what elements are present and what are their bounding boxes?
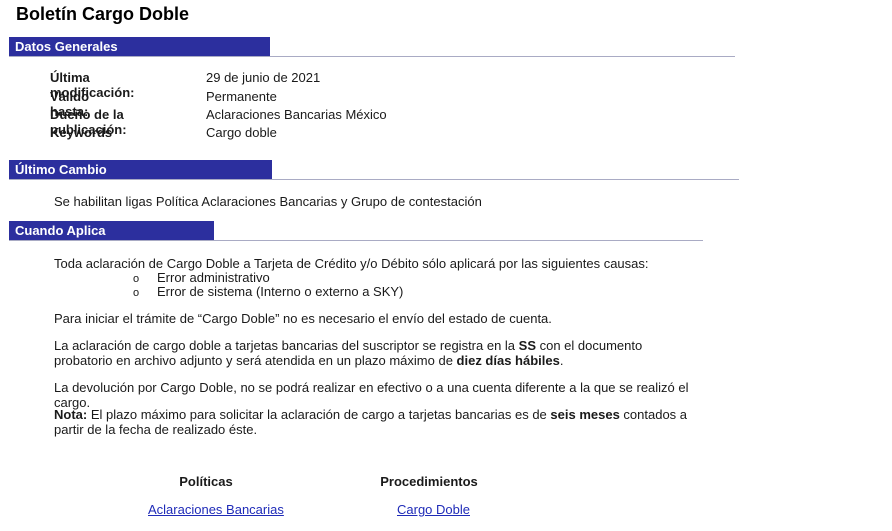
section-divider [9,240,703,241]
field-value: Permanente [206,89,277,104]
paragraph-nota: Nota: El plazo máximo para solicitar la … [54,407,704,437]
section-divider [9,56,735,57]
field-value: 29 de junio de 2021 [206,70,321,85]
paragraph-estado-cuenta: Para iniciar el trámite de “Cargo Doble”… [54,311,552,326]
ultimo-cambio-text: Se habilitan ligas Política Aclaraciones… [54,194,482,209]
bullet-text: Error de sistema (Interno o externo a SK… [157,284,404,299]
page-title: Boletín Cargo Doble [16,4,190,24]
bullet-text: Error administrativo [157,270,270,285]
politicas-header: Políticas [179,474,233,489]
text-run-bold: SS [518,338,536,353]
link-cargo-doble[interactable]: Cargo Doble [397,502,470,517]
cuando-aplica-intro: Toda aclaración de Cargo Doble a Tarjeta… [54,256,649,271]
text-run: La aclaración de cargo doble a tarjetas … [54,338,519,353]
section-header-datos-generales: Datos Generales [9,37,270,56]
list-item: o Error administrativo [133,270,270,285]
procedimientos-header: Procedimientos [380,474,478,489]
text-run-bold: seis meses [550,407,620,422]
text-run: El plazo máximo para solicitar la aclara… [87,407,551,422]
section-header-cuando-aplica: Cuando Aplica [9,221,214,240]
section-header-ultimo-cambio: Último Cambio [9,160,272,179]
text-run-bold: Nota: [54,407,88,422]
bullet-icon: o [133,287,140,299]
paragraph-registro-ss: La aclaración de cargo doble a tarjetas … [54,338,704,368]
text-run: . [559,353,564,368]
text-run-bold: diez días hábiles [456,353,560,368]
link-aclaraciones-bancarias[interactable]: Aclaraciones Bancarias [148,502,284,517]
field-value: Aclaraciones Bancarias México [206,107,387,122]
paragraph-devolucion: La devolución por Cargo Doble, no se pod… [54,380,689,410]
section-divider [9,179,739,180]
field-label: Keywords [50,125,113,140]
list-item: o Error de sistema (Interno o externo a S… [133,284,403,299]
field-value: Cargo doble [206,125,277,140]
